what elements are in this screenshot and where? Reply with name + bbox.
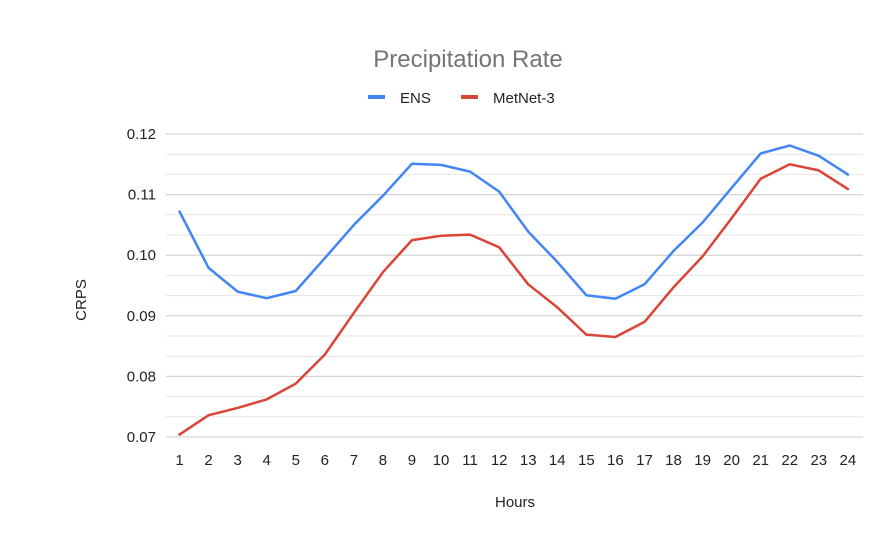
data-point-ens: [319, 252, 331, 264]
x-tick-label: 23: [810, 452, 827, 469]
data-point-metnet-3: [813, 164, 825, 176]
x-tick-label: 5: [292, 452, 300, 469]
x-tick-label: 20: [723, 452, 740, 469]
x-tick-label: 16: [607, 452, 624, 469]
x-tick-label: 3: [233, 452, 241, 469]
data-point-ens: [726, 182, 738, 194]
x-tick-label: 8: [379, 452, 387, 469]
data-point-metnet-3: [406, 234, 418, 246]
data-point-metnet-3: [668, 281, 680, 293]
legend-item-ens[interactable]: ENS: [368, 90, 431, 107]
legend: ENS MetNet-3: [368, 90, 555, 107]
data-point-ens: [842, 169, 854, 181]
x-tick-label: 13: [520, 452, 537, 469]
x-tick-label: 19: [694, 452, 711, 469]
x-tick-label: 11: [462, 452, 478, 469]
data-point-metnet-3: [784, 158, 796, 170]
data-point-ens: [784, 140, 796, 152]
data-point-metnet-3: [435, 230, 447, 242]
data-point-metnet-3: [726, 212, 738, 224]
data-point-metnet-3: [377, 266, 389, 278]
data-point-ens: [813, 150, 825, 162]
data-point-ens: [580, 289, 592, 301]
data-point-metnet-3: [464, 229, 476, 241]
x-tick-label: 15: [578, 452, 595, 469]
data-point-metnet-3: [493, 241, 505, 253]
line-chart: Precipitation Rate ENS MetNet-3 0.070.080…: [73, 46, 863, 511]
y-tick-label: 0.07: [127, 429, 156, 446]
x-tick-label: 18: [665, 452, 682, 469]
data-point-ens: [435, 159, 447, 171]
data-point-ens: [232, 286, 244, 298]
y-tick-label: 0.09: [127, 308, 156, 325]
data-point-metnet-3: [755, 173, 767, 185]
data-point-ens: [755, 147, 767, 159]
x-tick-label: 14: [549, 452, 566, 469]
data-point-metnet-3: [203, 409, 215, 421]
x-tick-label: 4: [263, 452, 271, 469]
data-point-metnet-3: [319, 349, 331, 361]
data-point-ens: [261, 292, 273, 304]
x-tick-label: 6: [321, 452, 329, 469]
data-point-metnet-3: [290, 378, 302, 390]
data-point-ens: [522, 226, 534, 238]
legend-label: ENS: [400, 90, 431, 107]
legend-swatch: [461, 95, 478, 99]
data-point-metnet-3: [551, 301, 563, 313]
data-point-ens: [551, 256, 563, 268]
data-point-metnet-3: [609, 331, 621, 343]
x-tick-label: 2: [204, 452, 212, 469]
series-group: [174, 140, 854, 441]
chart-title: Precipitation Rate: [373, 46, 562, 73]
x-tick-label: 12: [491, 452, 508, 469]
data-point-metnet-3: [638, 316, 650, 328]
y-axis-ticks: 0.07 0.08 0.09 0.10 0.11 0.12: [127, 126, 156, 446]
x-tick-label: 10: [433, 452, 450, 469]
data-point-metnet-3: [261, 393, 273, 405]
data-point-ens: [464, 166, 476, 178]
data-point-ens: [406, 158, 418, 170]
x-tick-label: 7: [350, 452, 358, 469]
x-axis-title: Hours: [495, 494, 535, 511]
data-point-ens: [609, 293, 621, 305]
series-line-metnet-3: [178, 163, 850, 436]
data-point-ens: [638, 278, 650, 290]
data-point-metnet-3: [348, 307, 360, 319]
data-point-ens: [697, 216, 709, 228]
data-point-ens: [290, 285, 302, 297]
data-point-ens: [377, 190, 389, 202]
data-point-metnet-3: [232, 402, 244, 414]
data-point-metnet-3: [580, 329, 592, 341]
data-point-ens: [348, 219, 360, 231]
legend-label: MetNet-3: [493, 90, 555, 107]
data-point-metnet-3: [697, 250, 709, 262]
x-tick-label: 24: [840, 452, 857, 469]
data-point-ens: [493, 186, 505, 198]
data-point-ens: [174, 206, 186, 218]
y-tick-label: 0.10: [127, 247, 156, 264]
x-tick-label: 22: [781, 452, 798, 469]
legend-swatch: [368, 95, 385, 99]
y-axis-title: CRPS: [73, 279, 90, 321]
data-point-ens: [668, 245, 680, 257]
y-tick-label: 0.11: [128, 187, 156, 204]
x-tick-label: 21: [752, 452, 769, 469]
data-point-metnet-3: [174, 429, 186, 441]
y-tick-label: 0.12: [127, 126, 156, 143]
x-axis-ticks: 1 2 3 4 5 6 7 8 9 10 11 12 13 14 15 16 17 18 19 20 21 22 23 24: [175, 452, 856, 469]
y-tick-label: 0.08: [127, 368, 156, 385]
data-point-ens: [203, 262, 215, 274]
x-tick-label: 1: [175, 452, 183, 469]
data-point-metnet-3: [842, 183, 854, 195]
x-tick-label: 9: [408, 452, 416, 469]
data-point-metnet-3: [522, 278, 534, 290]
x-tick-label: 17: [636, 452, 653, 469]
legend-item-metnet-3[interactable]: MetNet-3: [461, 90, 555, 107]
